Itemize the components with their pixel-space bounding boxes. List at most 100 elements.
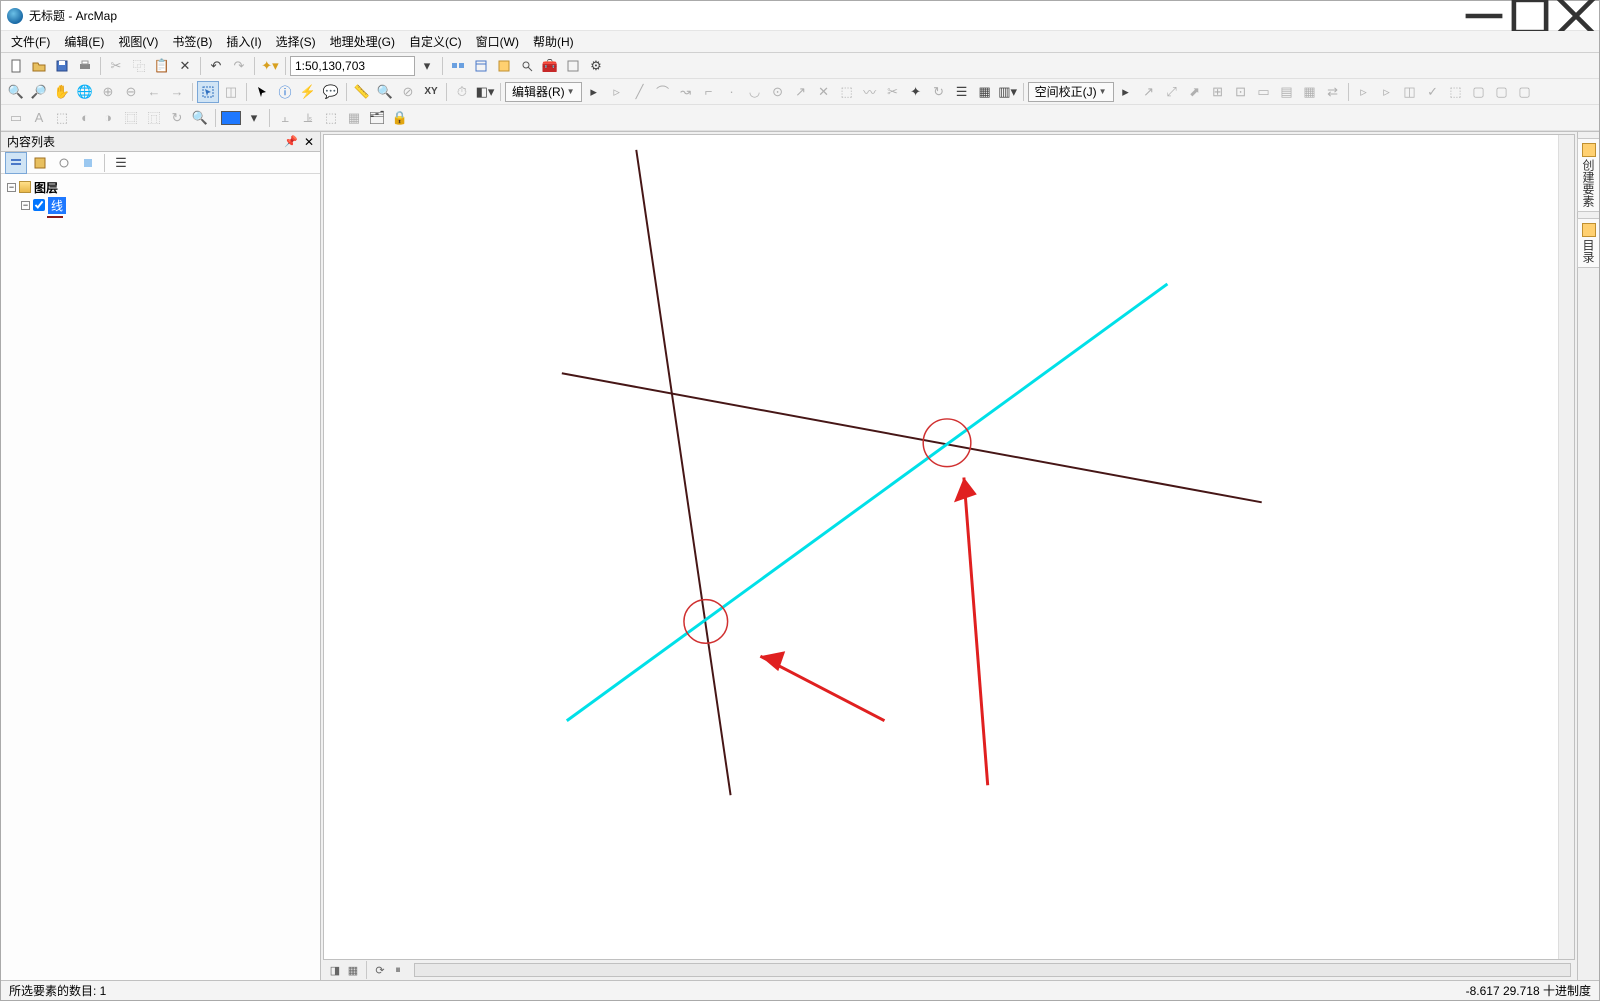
tree-root-row[interactable]: − 图层 [7, 178, 314, 196]
pause-drawing-icon[interactable]: ⏸ [390, 962, 406, 978]
modify-link-icon[interactable]: ⤢ [1161, 81, 1183, 103]
clear-selection-icon[interactable]: ◫ [220, 81, 242, 103]
goto-xy-icon[interactable]: XY [420, 81, 442, 103]
create-viewer-icon[interactable]: ◧▾ [474, 81, 496, 103]
topo-7-icon[interactable]: ▢ [1514, 81, 1536, 103]
draw-text-icon[interactable]: A [28, 107, 50, 129]
arctoolbox-icon[interactable]: 🧰 [539, 55, 561, 77]
draw-tool-2-icon[interactable]: ◑ [97, 107, 119, 129]
collapse-icon[interactable]: − [21, 201, 30, 210]
fixed-zoom-in-icon[interactable]: ⊕ [97, 81, 119, 103]
new-displacement-link-icon[interactable]: ↗ [1138, 81, 1160, 103]
collapse-icon[interactable]: − [7, 183, 16, 192]
open-icon[interactable] [28, 55, 50, 77]
attributes-icon[interactable]: ☰ [951, 81, 973, 103]
pan-icon[interactable]: ✋ [51, 81, 73, 103]
html-popup-icon[interactable]: 💬 [320, 81, 342, 103]
link-table-icon[interactable]: ▦ [1299, 81, 1321, 103]
menu-file[interactable]: 文件(F) [5, 31, 56, 52]
list-by-drawing-order-icon[interactable] [5, 152, 27, 174]
cut-polygons-icon[interactable]: ✂ [882, 81, 904, 103]
end-point-arc-icon[interactable]: ◡ [744, 81, 766, 103]
copy-icon[interactable]: ⿻ [128, 55, 150, 77]
new-doc-icon[interactable] [5, 55, 27, 77]
find-route-icon[interactable]: ⊘ [397, 81, 419, 103]
fill-color-dropdown-icon[interactable]: ▾ [243, 107, 265, 129]
limited-adjustment-icon[interactable]: ⊡ [1230, 81, 1252, 103]
menu-insert[interactable]: 插入(I) [220, 31, 267, 52]
fill-color-icon[interactable] [220, 107, 242, 129]
midpoint-icon[interactable]: · [721, 81, 743, 103]
list-by-selection-icon[interactable] [77, 152, 99, 174]
select-features-icon[interactable] [197, 81, 219, 103]
split-tool-icon[interactable]: ✦ [905, 81, 927, 103]
arc-segment-icon[interactable]: ⌒ [652, 81, 674, 103]
direction-distance-icon[interactable]: ↗ [790, 81, 812, 103]
select-elements-icon[interactable]: ▸ [1115, 81, 1137, 103]
model-builder-icon[interactable]: ⚙ [585, 55, 607, 77]
topo-edit-1-icon[interactable]: ▹ [1353, 81, 1375, 103]
list-by-source-icon[interactable] [29, 152, 51, 174]
pin-icon[interactable]: 📌 [284, 135, 298, 148]
refresh-icon[interactable]: ⟳ [372, 962, 388, 978]
minimize-button[interactable] [1461, 1, 1507, 30]
cut-icon[interactable]: ✂ [105, 55, 127, 77]
topo-error-icon[interactable]: ⬚ [1445, 81, 1467, 103]
edge-match-icon[interactable]: ▭ [1253, 81, 1275, 103]
rotate-icon[interactable]: ↻ [928, 81, 950, 103]
redo-icon[interactable]: ↷ [228, 55, 250, 77]
align-1-icon[interactable]: ⫠ [274, 107, 296, 129]
layer-symbol[interactable] [47, 216, 63, 218]
measure-icon[interactable]: 📏 [351, 81, 373, 103]
menu-view[interactable]: 视图(V) [112, 31, 164, 52]
tree-layer-row[interactable]: − 线 [7, 196, 314, 214]
layer-name[interactable]: 线 [48, 197, 66, 214]
sketch-properties-icon[interactable]: ▦ [974, 81, 996, 103]
topo-6-icon[interactable]: ▢ [1491, 81, 1513, 103]
menu-help[interactable]: 帮助(H) [527, 31, 580, 52]
attribute-transfer-icon[interactable]: ⇄ [1322, 81, 1344, 103]
delete-icon[interactable]: ✕ [174, 55, 196, 77]
menu-customize[interactable]: 自定义(C) [403, 31, 468, 52]
topo-edit-2-icon[interactable]: ▹ [1376, 81, 1398, 103]
editor-toolbar-icon[interactable] [447, 55, 469, 77]
layer-visibility-checkbox[interactable] [33, 199, 45, 211]
identify-icon[interactable]: ⓘ [274, 81, 296, 103]
align-2-icon[interactable]: ⫡ [297, 107, 319, 129]
print-icon[interactable] [74, 55, 96, 77]
zoom-out-icon[interactable]: 🔎 [28, 81, 50, 103]
python-window-icon[interactable] [562, 55, 584, 77]
menu-window[interactable]: 窗口(W) [470, 31, 525, 52]
create-features-tab[interactable]: 创建要素 [1577, 138, 1599, 212]
map-vertical-scrollbar[interactable] [1558, 135, 1574, 959]
full-extent-icon[interactable]: 🌐 [74, 81, 96, 103]
undo-icon[interactable]: ↶ [205, 55, 227, 77]
list-by-visibility-icon[interactable] [53, 152, 75, 174]
layout-view-tab[interactable]: ▦ [345, 962, 361, 978]
save-icon[interactable] [51, 55, 73, 77]
edit-vertices-draw-icon[interactable]: ⬚ [51, 107, 73, 129]
topo-validate-icon[interactable]: ◫ [1399, 81, 1421, 103]
draw-rectangle-icon[interactable]: ▭ [5, 107, 27, 129]
locked-icon[interactable]: 🔒 [389, 107, 411, 129]
multi-displacement-icon[interactable]: ⬈ [1184, 81, 1206, 103]
zoom-to-selected-icon[interactable]: 🔍 [189, 107, 211, 129]
paste-icon[interactable]: 📋 [151, 55, 173, 77]
time-slider-icon[interactable]: ⏱ [451, 81, 473, 103]
right-angle-icon[interactable]: ⌐ [698, 81, 720, 103]
fixed-zoom-out-icon[interactable]: ⊖ [120, 81, 142, 103]
edit-vertices-icon[interactable]: ⬚ [836, 81, 858, 103]
topo-5-icon[interactable]: ▢ [1468, 81, 1490, 103]
toc-close-icon[interactable]: ✕ [304, 135, 314, 149]
catalog-tab[interactable]: 目录 [1577, 218, 1599, 268]
hyperlink-icon[interactable]: ⚡ [297, 81, 319, 103]
group-icon[interactable]: ⿴ [120, 107, 142, 129]
data-view-tab[interactable]: ◨ [327, 962, 343, 978]
pointer-icon[interactable] [251, 81, 273, 103]
menu-geoprocessing[interactable]: 地理处理(G) [324, 31, 401, 52]
spatial-adjustment-dropdown[interactable]: 空间校正(J)▼ [1028, 82, 1114, 102]
find-icon[interactable]: 🔍 [374, 81, 396, 103]
edit-tool-icon[interactable]: ▸ [583, 81, 605, 103]
topo-fix-icon[interactable]: ✓ [1422, 81, 1444, 103]
distance-distance-icon[interactable]: ⊙ [767, 81, 789, 103]
